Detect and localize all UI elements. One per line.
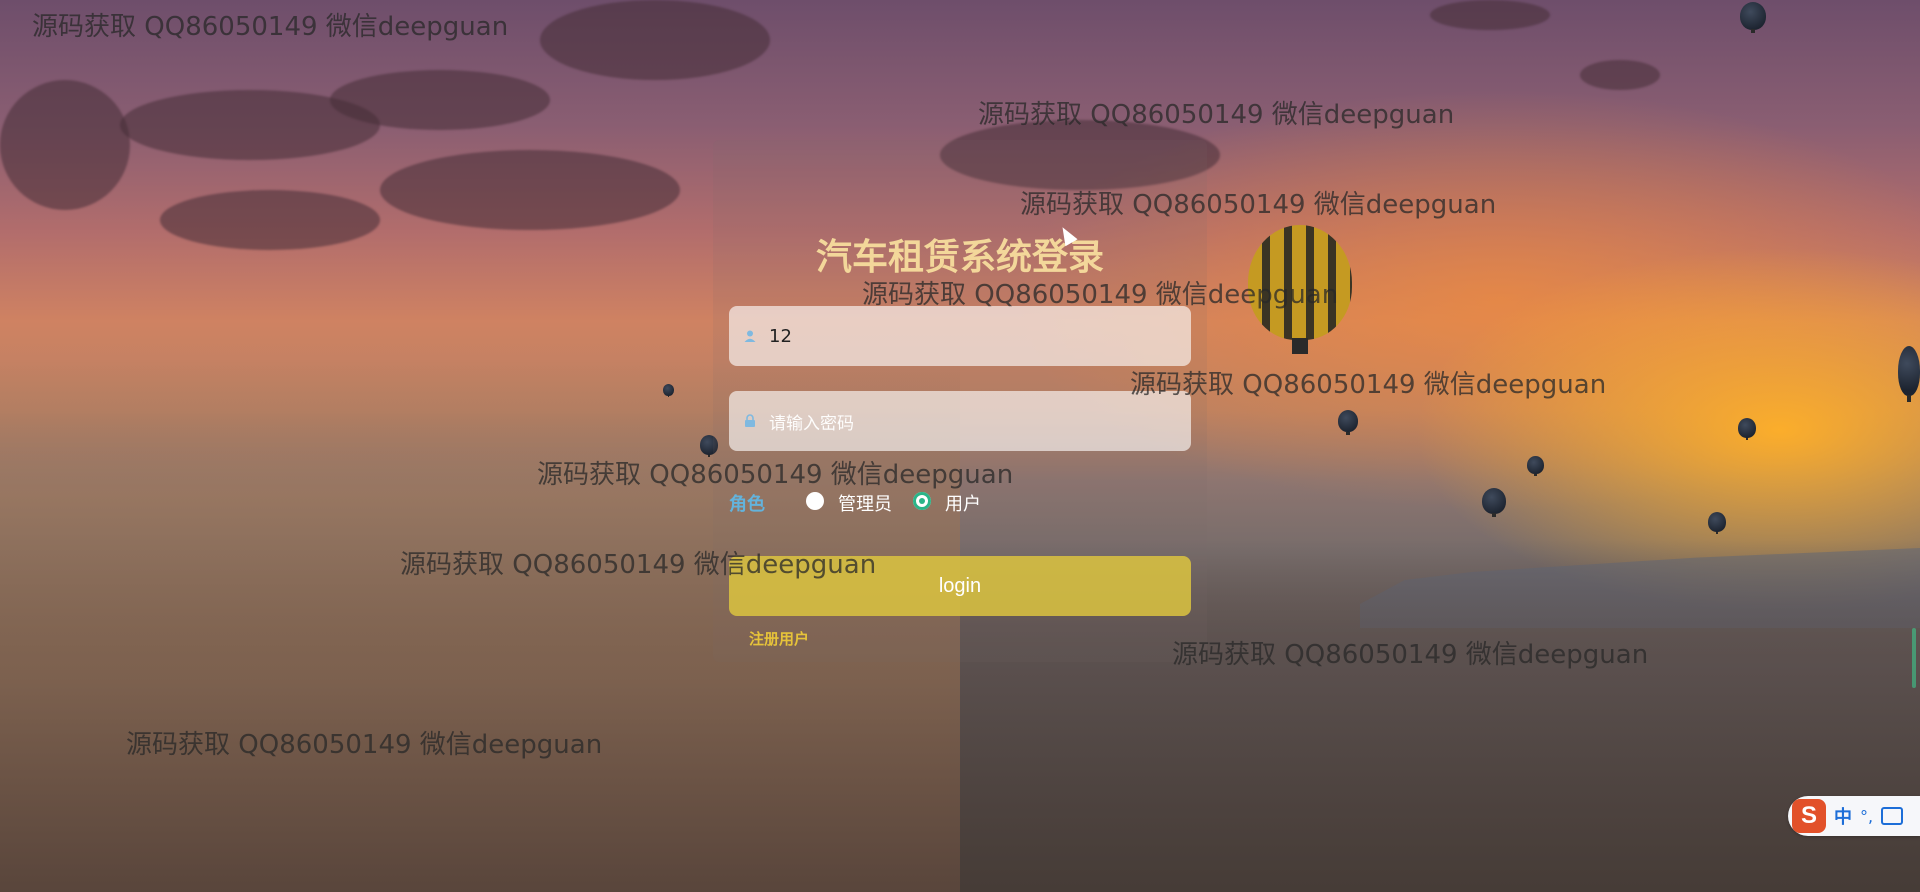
sogou-logo-icon: S	[1792, 799, 1826, 833]
role-radio-user[interactable]	[913, 492, 931, 510]
hot-air-balloon	[1482, 488, 1506, 518]
password-placeholder: 请输入密码	[769, 413, 854, 434]
hot-air-balloon	[663, 384, 674, 398]
username-field[interactable]: 12	[729, 306, 1191, 366]
username-value: 12	[769, 325, 792, 347]
cloud	[1580, 60, 1660, 90]
hot-air-balloon	[1740, 2, 1766, 34]
role-option-user-label: 用户	[945, 494, 981, 515]
watermark: 源码获取 QQ86050149 微信deepguan	[400, 550, 877, 580]
scrollbar-thumb[interactable]	[1912, 628, 1916, 688]
keyboard-icon[interactable]	[1881, 807, 1904, 825]
watermark: 源码获取 QQ86050149 微信deepguan	[862, 280, 1339, 310]
watermark: 源码获取 QQ86050149 微信deepguan	[978, 100, 1455, 130]
page-title: 汽车租赁系统登录	[815, 237, 1104, 278]
cloud	[380, 150, 680, 230]
cloud	[330, 70, 550, 130]
hot-air-balloon	[1527, 456, 1544, 477]
role-label: 角色	[729, 494, 765, 515]
lock-icon	[745, 414, 755, 427]
cloud	[0, 80, 130, 210]
cloud	[540, 0, 770, 80]
cloud	[160, 190, 380, 250]
user-icon	[744, 330, 756, 342]
ime-mode-toggle[interactable]: 中	[1834, 803, 1852, 829]
ime-punct-toggle[interactable]: °,	[1860, 807, 1873, 826]
watermark: 源码获取 QQ86050149 微信deepguan	[537, 460, 1014, 490]
hot-air-balloon	[1898, 346, 1920, 402]
watermark: 源码获取 QQ86050149 微信deepguan	[1020, 190, 1497, 220]
watermark: 源码获取 QQ86050149 微信deepguan	[1130, 370, 1607, 400]
ime-toolbar[interactable]: S 中 °,	[1788, 796, 1920, 836]
watermark: 源码获取 QQ86050149 微信deepguan	[32, 12, 509, 42]
cloud	[1430, 0, 1550, 30]
password-field[interactable]: 请输入密码	[729, 391, 1191, 451]
register-link[interactable]: 注册用户	[749, 628, 809, 649]
hot-air-balloon	[1738, 418, 1756, 441]
watermark: 源码获取 QQ86050149 微信deepguan	[126, 730, 603, 760]
role-radio-admin[interactable]	[806, 492, 824, 510]
hot-air-balloon	[1708, 512, 1726, 535]
hot-air-balloon	[1338, 410, 1358, 435]
role-option-admin-label: 管理员	[838, 494, 892, 515]
watermark: 源码获取 QQ86050149 微信deepguan	[1172, 640, 1649, 670]
